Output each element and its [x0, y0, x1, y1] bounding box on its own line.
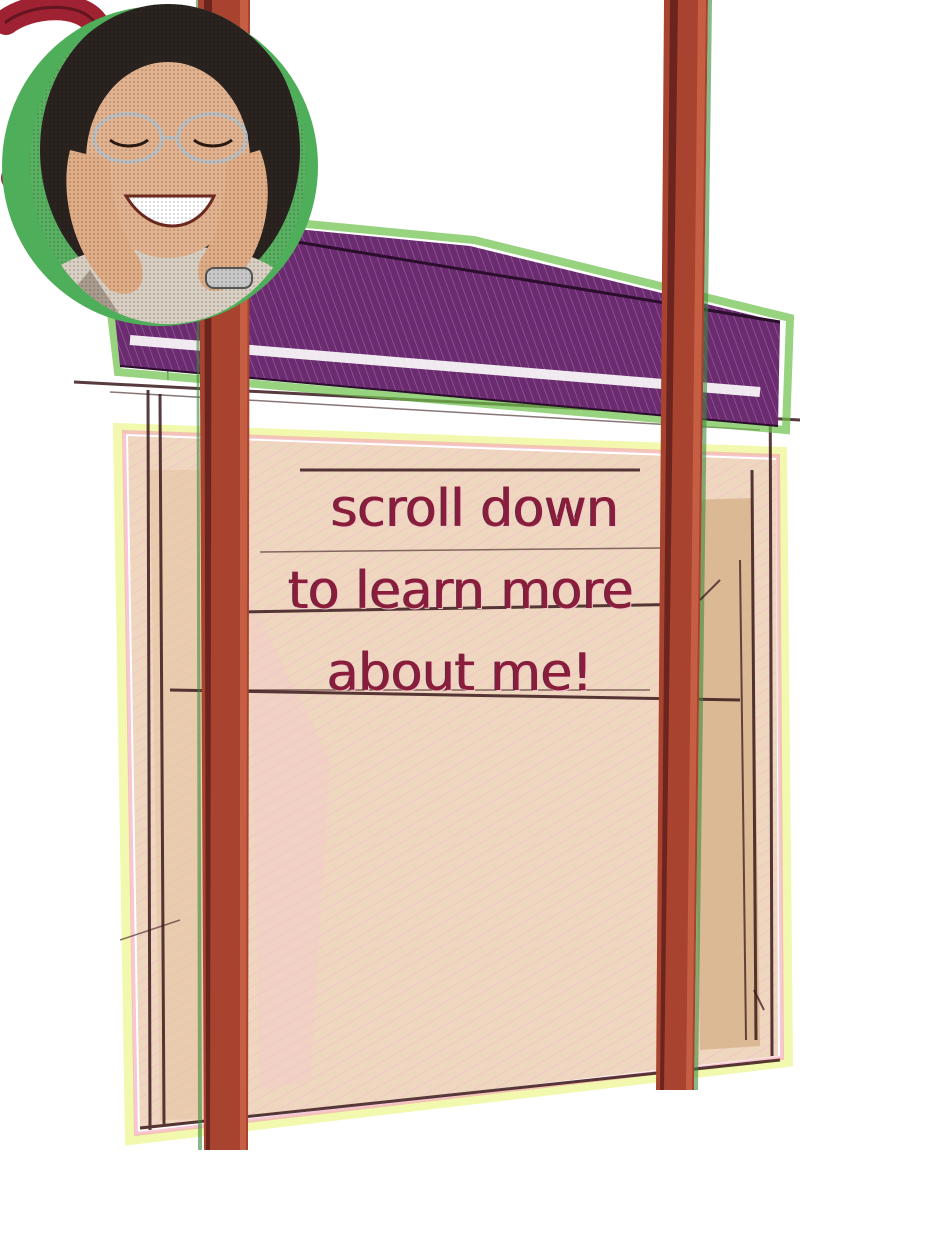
portrait-photo — [2, 4, 318, 326]
sign-line-2: to learn more — [288, 561, 634, 621]
sign-message: scroll down to learn more about me! — [230, 468, 700, 714]
sign-line-3: about me! — [327, 643, 593, 703]
hanging-sign-scene: scroll down to learn more about me! — [0, 0, 942, 1235]
sign-line-1: scroll down — [331, 479, 619, 539]
